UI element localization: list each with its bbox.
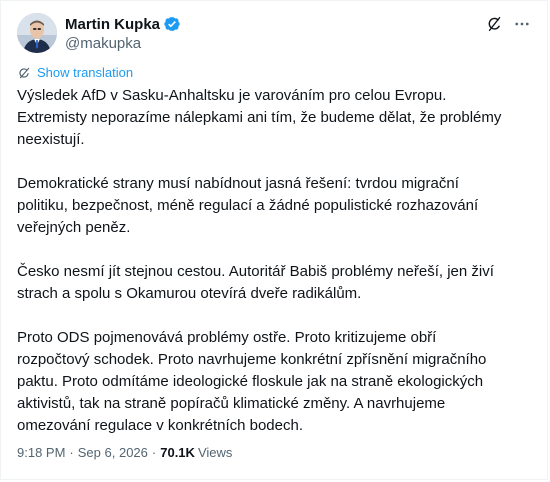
tweet-date[interactable]: Sep 6, 2026 [78,445,148,460]
more-icon[interactable] [511,13,533,35]
tweet-paragraph: Česko nesmí jít stejnou cestou. Autoritá… [17,263,494,302]
meta-separator: · [69,445,74,460]
tweet-paragraph: Výsledek AfD v Sasku-Anhaltsku je varová… [17,87,502,148]
tweet-time[interactable]: 9:18 PM [17,445,65,460]
tweet-text: Výsledek AfD v Sasku-Anhaltsku je varová… [17,85,537,437]
top-actions [483,13,533,35]
grok-icon[interactable] [483,13,505,35]
tweet-meta: 9:18 PM · Sep 6, 2026 · 70.1K Views [17,445,232,460]
show-translation-label: Show translation [37,65,134,80]
meta-separator: · [151,445,157,460]
avatar-image [17,13,57,53]
author-handle[interactable]: @makupka [65,35,181,52]
translate-icon [17,66,31,80]
name-row: Martin Kupka [65,14,181,34]
author-block: Martin Kupka @makupka [65,14,181,52]
tweet-card: Martin Kupka @makupka Show translation V… [0,0,548,480]
avatar[interactable] [17,13,57,53]
tweet-paragraph: Demokratické strany musí nabídnout jasná… [17,175,479,236]
views-count[interactable]: 70.1K [160,445,195,460]
tweet-paragraph: Proto ODS pojmenovává problémy ostře. Pr… [17,329,487,434]
show-translation-link[interactable]: Show translation [17,65,133,80]
author-name[interactable]: Martin Kupka [65,16,160,33]
verified-badge-icon[interactable] [163,15,181,33]
views-label: Views [197,445,233,460]
